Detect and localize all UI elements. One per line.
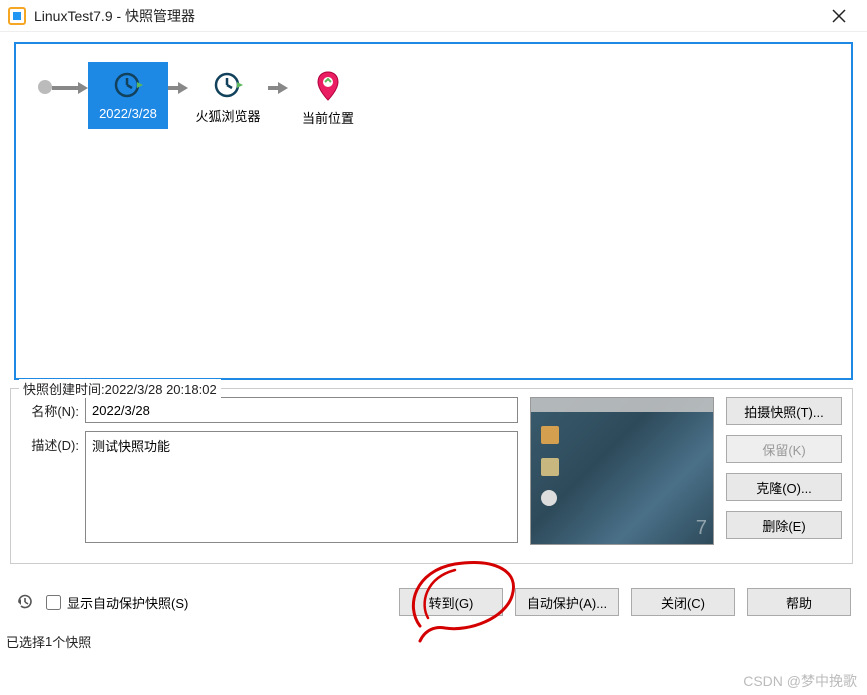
timeline-root-node[interactable]	[38, 80, 52, 94]
snapshot-desc-textarea[interactable]	[85, 431, 518, 543]
show-auto-protect-checkbox-wrap[interactable]: 显示自动保护快照(S)	[46, 593, 188, 612]
current-position-label: 当前位置	[302, 108, 354, 127]
arrow-icon	[268, 82, 288, 94]
arrow-icon	[168, 82, 188, 94]
snapshot-name-input[interactable]	[85, 397, 518, 423]
watermark-text: CSDN @梦中挽歌	[743, 671, 857, 691]
arrow-icon	[52, 82, 88, 94]
name-label: 名称(N):	[21, 397, 79, 423]
take-snapshot-button[interactable]: 拍摄快照(T)...	[726, 397, 842, 425]
snapshot-clock-icon	[213, 70, 243, 100]
close-button[interactable]: 关闭(C)	[631, 588, 735, 616]
snapshot-thumbnail: 7	[530, 397, 714, 545]
snapshot-label: 火狐浏览器	[195, 106, 260, 125]
close-window-button[interactable]	[819, 0, 859, 32]
app-icon	[8, 7, 26, 25]
window-title: LinuxTest7.9 - 快照管理器	[34, 6, 819, 26]
show-auto-protect-checkbox[interactable]	[46, 595, 61, 610]
keep-button[interactable]: 保留(K)	[726, 435, 842, 463]
history-icon	[16, 593, 34, 611]
details-legend: 快照创建时间:2022/3/28 20:18:02	[19, 379, 221, 398]
snapshot-tree-area[interactable]: 2022/3/28 火狐浏览器 当前位置	[14, 42, 853, 380]
snapshot-timeline: 2022/3/28 火狐浏览器 当前位置	[38, 62, 829, 135]
snapshot-node-2[interactable]: 火狐浏览器	[188, 62, 268, 133]
location-pin-icon	[314, 70, 342, 102]
help-button[interactable]: 帮助	[747, 588, 851, 616]
goto-button[interactable]: 转到(G)	[399, 588, 503, 616]
delete-button[interactable]: 删除(E)	[726, 511, 842, 539]
snapshot-node-1[interactable]: 2022/3/28	[88, 62, 168, 129]
status-bar: 已选择 1 个快照	[0, 624, 867, 657]
auto-protect-button[interactable]: 自动保护(A)...	[515, 588, 619, 616]
desc-label: 描述(D):	[21, 431, 79, 543]
current-position-node[interactable]: 当前位置	[288, 62, 368, 135]
snapshot-clock-icon	[113, 70, 143, 100]
bottom-button-row: 显示自动保护快照(S) 转到(G) 自动保护(A)... 关闭(C) 帮助	[0, 572, 867, 624]
show-auto-protect-label: 显示自动保护快照(S)	[67, 593, 188, 612]
side-button-group: 拍摄快照(T)... 保留(K) 克隆(O)... 删除(E)	[726, 397, 842, 551]
clone-button[interactable]: 克隆(O)...	[726, 473, 842, 501]
snapshot-label: 2022/3/28	[99, 106, 157, 121]
snapshot-details-group: 快照创建时间:2022/3/28 20:18:02 名称(N): 描述(D): …	[10, 388, 853, 564]
titlebar: LinuxTest7.9 - 快照管理器	[0, 0, 867, 32]
